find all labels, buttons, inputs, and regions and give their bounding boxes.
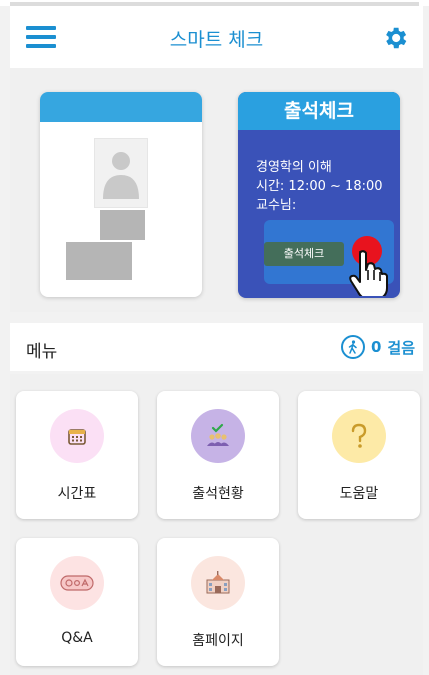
attendance-check-button[interactable]: 출석체크 (264, 242, 344, 266)
student-id-card (40, 92, 202, 297)
attendance-group-icon (191, 409, 245, 463)
tile-label: 출석현황 (192, 486, 244, 502)
step-count: 0 (370, 338, 382, 356)
attendance-info: 경영학의 이해 시간: 12:00 ~ 18:00 교수님: (256, 158, 383, 215)
qa-icon (50, 556, 104, 610)
walking-person-icon (340, 335, 365, 359)
page-title: 스마트 체크 (169, 29, 264, 51)
tile-label: Q&A (61, 630, 93, 646)
card-area: 출석체크 경영학의 이해 시간: 12:00 ~ 18:00 교수님: 출석체크 (10, 68, 423, 312)
app-header: 스마트 체크 (10, 6, 423, 68)
id-barcode-block (66, 242, 132, 280)
tile-help[interactable]: 도움말 (298, 391, 420, 519)
menu-grid: 시간표 출석현황 도움말 Q&A 홈페이지 (10, 374, 423, 675)
tile-label: 홈페이지 (192, 633, 244, 649)
gear-icon[interactable] (381, 24, 409, 52)
course-name: 경영학의 이해 (256, 160, 332, 175)
step-unit: 걸음 (387, 338, 415, 357)
tile-label: 도움말 (339, 486, 379, 502)
calendar-icon (50, 409, 104, 463)
id-info-block (100, 210, 145, 240)
profile-photo-placeholder-icon (94, 138, 148, 208)
help-question-icon (332, 409, 386, 463)
tile-qa[interactable]: Q&A (16, 538, 138, 666)
tile-homepage[interactable]: 홈페이지 (157, 538, 279, 666)
school-building-icon (191, 556, 245, 610)
menu-header-bar: 메뉴 0 걸음 (10, 323, 423, 371)
menu-title: 메뉴 (26, 342, 58, 362)
attendance-card: 출석체크 경영학의 이해 시간: 12:00 ~ 18:00 교수님: 출석체크 (238, 92, 400, 298)
hand-pointer-icon (349, 250, 388, 296)
tile-timetable[interactable]: 시간표 (16, 391, 138, 519)
professor-label: 교수님: (256, 198, 297, 213)
class-time: 시간: 12:00 ~ 18:00 (256, 179, 383, 194)
id-card-header-band (40, 92, 202, 122)
tile-attendance-status[interactable]: 출석현황 (157, 391, 279, 519)
step-counter[interactable]: 0 걸음 (340, 335, 415, 359)
attendance-card-title: 출석체크 (238, 92, 400, 130)
tile-label: 시간표 (57, 486, 97, 502)
